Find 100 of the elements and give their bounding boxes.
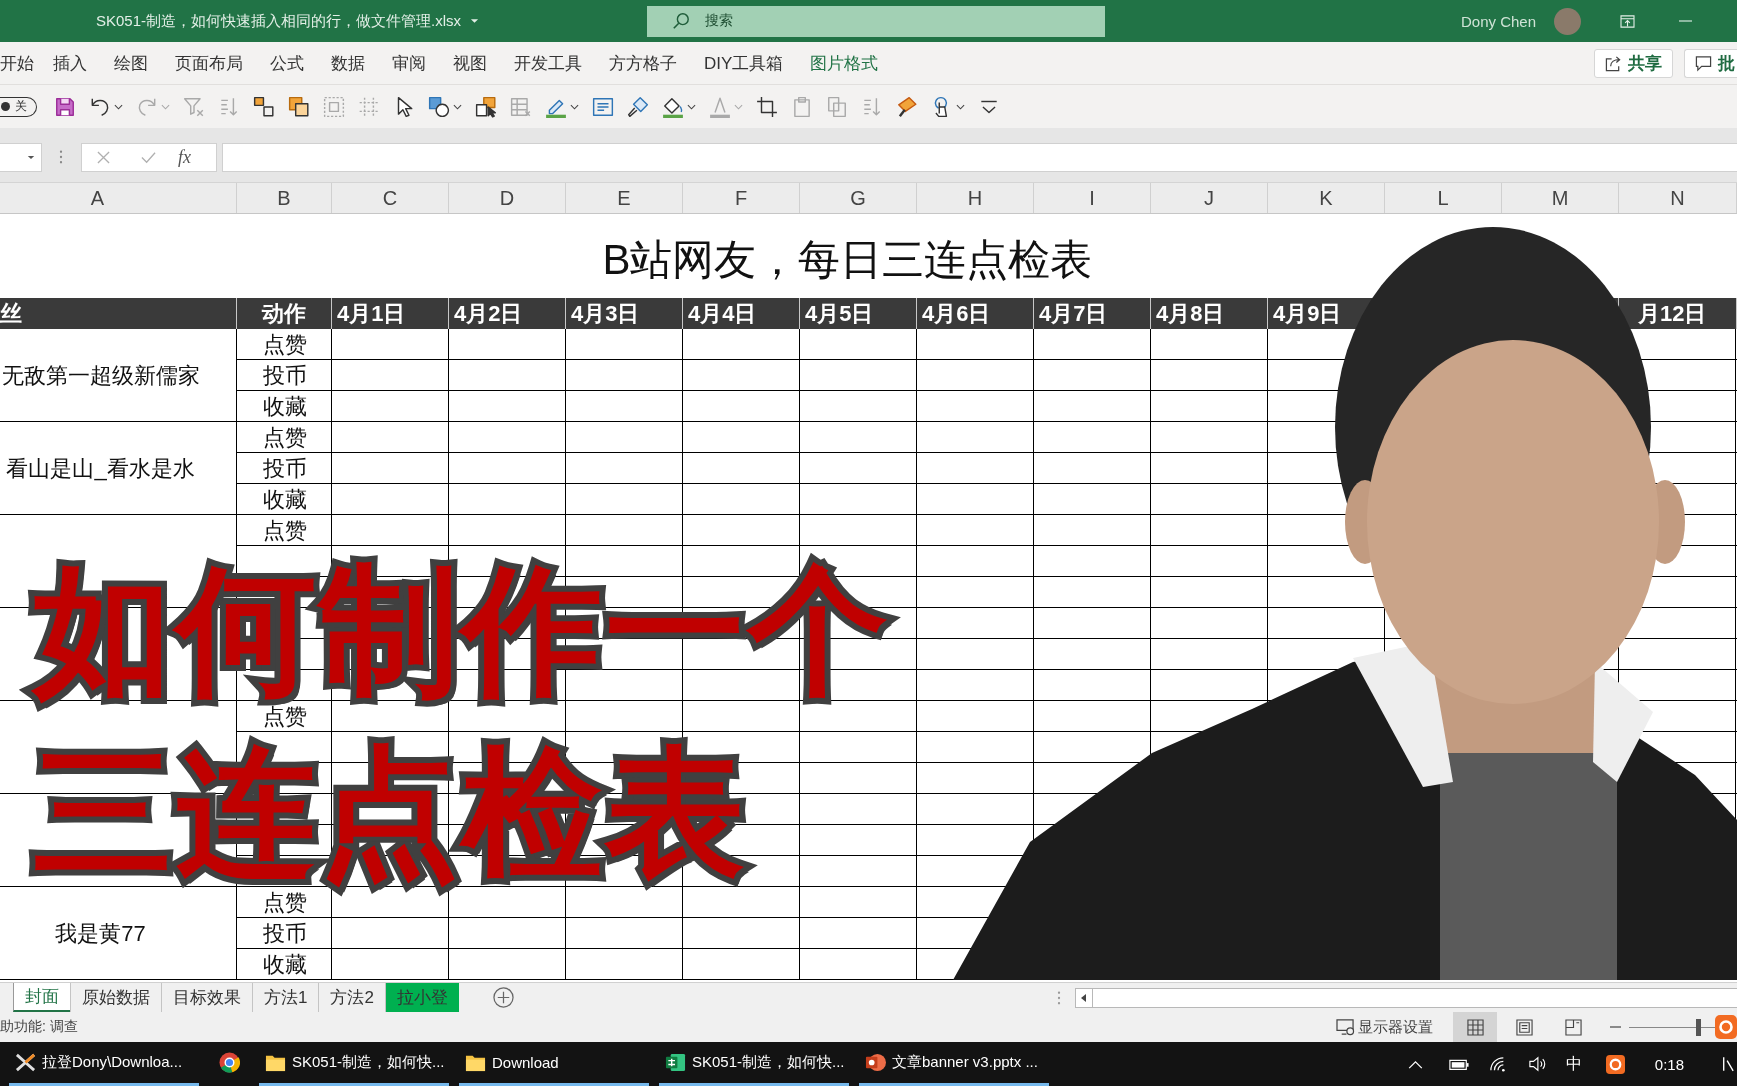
formula-input[interactable] <box>222 142 1737 172</box>
column-header[interactable]: C <box>332 183 449 213</box>
column-header[interactable]: D <box>449 183 566 213</box>
column-header[interactable]: F <box>683 183 800 213</box>
check-icon[interactable] <box>141 150 156 164</box>
ribbon-display-icon[interactable] <box>1620 14 1635 28</box>
taskbar-button[interactable]: 文章banner v3.pptx ... <box>859 1042 1049 1086</box>
taskbar-button[interactable]: 拉登Dony\Downloa... <box>9 1042 199 1086</box>
column-title: 丝 <box>0 299 22 328</box>
action-label: 投币 <box>262 919 307 948</box>
column-header[interactable]: G <box>800 183 917 213</box>
column-header[interactable]: J <box>1151 183 1268 213</box>
column-header[interactable]: A <box>0 183 237 213</box>
vertical-dots-icon[interactable] <box>59 150 63 164</box>
brush-icon[interactable] <box>627 95 649 118</box>
action-label: 收藏 <box>262 392 307 421</box>
ribbon-tab[interactable]: DIY工具箱 <box>704 51 784 75</box>
fill-color-icon[interactable] <box>662 95 684 118</box>
action-label: 投币 <box>262 454 307 483</box>
search-icon <box>672 12 691 30</box>
caret-icon[interactable] <box>570 103 579 110</box>
presentation-icon <box>865 1052 886 1073</box>
action-label: 投币 <box>262 361 307 390</box>
action-label: 点赞 <box>262 888 307 917</box>
accessibility-status[interactable]: 助功能: 调查 <box>0 1018 78 1036</box>
insert-function-button[interactable]: fx <box>178 146 191 168</box>
caret-icon[interactable] <box>27 154 35 160</box>
sheet-view-button[interactable] <box>1453 1012 1497 1042</box>
caret-icon[interactable] <box>470 18 480 24</box>
search-placeholder: 搜索 <box>705 12 734 30</box>
column-title: 4月6日 <box>922 299 991 328</box>
ribbon-tab[interactable]: 方方格子 <box>609 51 677 75</box>
ribbon-tab[interactable]: 公式 <box>270 51 304 75</box>
column-title: 4月4日 <box>688 299 757 328</box>
action-label: 点赞 <box>262 330 307 359</box>
column-header[interactable]: L <box>1385 183 1502 213</box>
taskbar-button[interactable]: Download <box>459 1042 649 1086</box>
edit-shape-icon[interactable] <box>475 95 497 118</box>
action-label: 收藏 <box>262 485 307 514</box>
caret-icon[interactable] <box>114 103 123 110</box>
crop-icon[interactable] <box>756 95 778 118</box>
zoom-slider-thumb[interactable] <box>1695 1018 1701 1036</box>
column-header[interactable]: N <box>1619 183 1737 213</box>
ribbon-tab[interactable]: 视图 <box>453 51 487 75</box>
action-label: 收藏 <box>262 950 307 979</box>
column-header[interactable]: B <box>237 183 332 213</box>
sheet-tab[interactable]: 封面 <box>13 983 70 1012</box>
crossed-strokes-icon <box>15 1052 36 1073</box>
page-break-icon <box>1564 1018 1582 1036</box>
taskbar-button[interactable]: SK051-制造，如何快... <box>659 1042 849 1086</box>
ribbon-tab[interactable]: 绘图 <box>114 51 148 75</box>
column-title: 4月1日 <box>337 299 406 328</box>
vertical-dots-icon[interactable] <box>1057 990 1061 1005</box>
column-title: 4月5日 <box>805 299 874 328</box>
column-header[interactable]: I <box>1034 183 1151 213</box>
viewer-name: 无敌第一超级新儒家 <box>1 361 200 390</box>
ribbon-tab[interactable]: 开始 <box>0 51 34 75</box>
chevron-up-icon[interactable] <box>1407 1059 1423 1069</box>
format-painter-icon[interactable] <box>896 95 918 118</box>
caret-icon[interactable] <box>453 103 462 110</box>
input-language[interactable]: 中 <box>1565 1053 1582 1075</box>
speaker-icon[interactable] <box>1526 1056 1547 1072</box>
taskbar-button[interactable]: SK051-制造，如何快... <box>259 1042 449 1086</box>
sheet-tab[interactable]: 拉小登 <box>384 983 459 1012</box>
action-label: 点赞 <box>262 423 307 452</box>
tricolor-circle-icon <box>218 1052 240 1073</box>
spreadsheet-tile-icon <box>665 1052 686 1073</box>
save-icon[interactable] <box>54 95 76 118</box>
ribbon-tab[interactable]: 数据 <box>331 51 365 75</box>
caret-icon[interactable] <box>687 103 696 110</box>
input-method-icon[interactable] <box>1605 1054 1625 1074</box>
column-header[interactable]: M <box>1502 183 1619 213</box>
horizontal-scrollbar[interactable] <box>1075 987 1737 1008</box>
caret-icon[interactable] <box>956 103 965 110</box>
ribbon-tab[interactable]: 审阅 <box>392 51 426 75</box>
column-title: 4月3日 <box>571 299 640 328</box>
bring-forward-icon[interactable] <box>288 95 310 118</box>
text-box-icon[interactable] <box>592 95 614 118</box>
comments-button[interactable]: 批 <box>1684 48 1737 78</box>
column-header[interactable]: K <box>1268 183 1385 213</box>
input-method-icon[interactable] <box>1715 1015 1737 1039</box>
search-field[interactable]: 搜索 <box>647 5 1106 37</box>
column-title: 月12日 <box>1637 299 1707 328</box>
ribbon-tab[interactable]: 插入 <box>53 51 87 75</box>
ribbon-tab[interactable]: 开发工具 <box>514 51 582 75</box>
add-sheet-icon[interactable] <box>492 987 514 1008</box>
column-title: 4月2日 <box>454 299 523 328</box>
column-header[interactable]: H <box>917 183 1034 213</box>
shapes-icon[interactable] <box>428 95 450 118</box>
column-header[interactable]: E <box>566 183 683 213</box>
monitor-gear-icon <box>1336 1018 1355 1036</box>
wifi-icon[interactable] <box>1487 1056 1508 1072</box>
grid-icon <box>1466 1018 1484 1036</box>
group-icon[interactable] <box>253 95 275 118</box>
ribbon-tab[interactable]: 页面布局 <box>175 51 243 75</box>
comment-icon <box>1695 54 1712 72</box>
display-settings-button[interactable]: 显示器设置 <box>1336 1017 1433 1037</box>
ribbon-tab[interactable]: 图片格式 <box>810 51 879 75</box>
share-button[interactable]: 共享 <box>1594 48 1673 78</box>
notification-icon[interactable] <box>1722 1055 1734 1073</box>
